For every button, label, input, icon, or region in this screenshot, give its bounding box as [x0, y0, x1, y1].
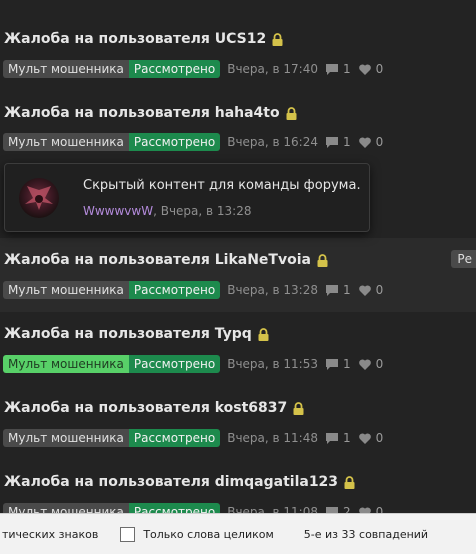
- find-bar: тических знаков Только слова целиком 5-е…: [0, 513, 476, 554]
- lock-icon: [258, 327, 269, 341]
- reply-count: 1: [343, 357, 351, 371]
- status-tag[interactable]: Рассмотрено: [128, 60, 221, 78]
- thread-meta: Мульт мошенника Рассмотрено Вчера, в 11:…: [3, 503, 383, 513]
- thread-meta: Мульт мошенника Рассмотрено Вчера, в 11:…: [3, 429, 383, 447]
- thread-item[interactable]: Жалоба на пользователя kost6837 Мульт мо…: [0, 386, 476, 460]
- prefix-tag[interactable]: Мульт мошенника: [3, 503, 129, 513]
- whole-words-checkbox[interactable]: [120, 526, 136, 542]
- whole-words-label[interactable]: Только слова целиком: [143, 528, 273, 541]
- thread-date[interactable]: Вчера, в 13:28: [227, 283, 318, 297]
- thread-title[interactable]: Жалоба на пользователя UCS12: [4, 31, 283, 47]
- thread-meta: Мульт мошенника Рассмотрено Вчера, в 13:…: [3, 281, 383, 299]
- comment-icon: [326, 284, 338, 296]
- thread-item[interactable]: Жалоба на пользователя dimqagatila123 Му…: [0, 460, 476, 513]
- prefix-tag[interactable]: Мульт мошенника: [3, 60, 129, 78]
- side-badge[interactable]: Ре: [451, 250, 476, 268]
- diacritics-label[interactable]: тических знаков: [2, 528, 98, 541]
- status-tag[interactable]: Рассмотрено: [128, 281, 221, 299]
- lock-icon: [286, 106, 297, 120]
- heart-icon: [358, 358, 371, 370]
- thread-item[interactable]: Жалоба на пользователя Typq Мульт мошенн…: [0, 312, 476, 386]
- thread-item[interactable]: Жалоба на пользователя LikaNeTvoia Мульт…: [0, 238, 476, 312]
- prefix-tag[interactable]: Мульт мошенника: [3, 281, 129, 299]
- thread-date[interactable]: Вчера, в 11:08: [227, 505, 318, 513]
- heart-icon: [358, 432, 371, 444]
- thread-title[interactable]: Жалоба на пользователя Typq: [4, 326, 269, 342]
- hidden-content-text: Скрытый контент для команды форума.: [83, 178, 361, 193]
- thread-title[interactable]: Жалоба на пользователя LikaNeTvoia: [4, 252, 328, 268]
- thread-title[interactable]: Жалоба на пользователя kost6837: [4, 400, 304, 416]
- reply-count: 1: [343, 62, 351, 76]
- thread-item[interactable]: Жалоба на пользователя haha4to Мульт мош…: [0, 87, 476, 162]
- thread-meta: Мульт мошенника Рассмотрено Вчера, в 17:…: [3, 60, 383, 78]
- thread-date[interactable]: Вчера, в 11:53: [227, 357, 318, 371]
- reply-count: 1: [343, 283, 351, 297]
- comment-icon: [326, 432, 338, 444]
- lock-icon: [293, 401, 304, 415]
- like-count: 0: [375, 357, 384, 371]
- reply-count: 1: [343, 431, 351, 445]
- status-tag[interactable]: Рассмотрено: [128, 133, 221, 151]
- comment-icon: [326, 358, 338, 370]
- like-count: 0: [375, 62, 384, 76]
- heart-icon: [358, 284, 371, 296]
- like-count: 0: [375, 431, 384, 445]
- heart-icon: [358, 136, 371, 148]
- prefix-tag[interactable]: Мульт мошенника: [3, 133, 129, 151]
- thread-item[interactable]: Жалоба на пользователя UCS12 Мульт мошен…: [0, 0, 476, 87]
- lock-icon: [272, 32, 283, 46]
- lock-icon: [317, 253, 328, 267]
- reply-count: 1: [343, 135, 351, 149]
- thread-meta: Мульт мошенника Рассмотрено Вчера, в 16:…: [3, 133, 383, 151]
- avatar[interactable]: [19, 178, 59, 218]
- like-count: 0: [375, 505, 384, 513]
- thread-date[interactable]: Вчера, в 11:48: [227, 431, 318, 445]
- username-link[interactable]: WwwwvwW: [83, 204, 153, 218]
- status-tag[interactable]: Рассмотрено: [128, 355, 221, 373]
- thread-date[interactable]: Вчера, в 17:40: [227, 62, 318, 76]
- comment-icon: [326, 136, 338, 148]
- like-count: 0: [375, 283, 384, 297]
- comment-icon: [326, 63, 338, 75]
- thread-title[interactable]: Жалоба на пользователя haha4to: [4, 105, 297, 121]
- thread-date[interactable]: Вчера, в 16:24: [227, 135, 318, 149]
- lock-icon: [344, 475, 355, 489]
- prefix-tag-search-match[interactable]: Мульт мошенника: [3, 355, 129, 373]
- popup-meta: WwwwvwW, Вчера, в 13:28: [83, 204, 252, 218]
- thread-title[interactable]: Жалоба на пользователя dimqagatila123: [4, 474, 355, 490]
- match-count: 5-е из 33 совпадений: [303, 527, 429, 541]
- status-tag[interactable]: Рассмотрено: [128, 429, 221, 447]
- status-tag[interactable]: Рассмотрено: [128, 503, 221, 513]
- like-count: 0: [375, 135, 384, 149]
- thread-meta: Мульт мошенника Рассмотрено Вчера, в 11:…: [3, 355, 383, 373]
- prefix-tag[interactable]: Мульт мошенника: [3, 429, 129, 447]
- last-post-tooltip: Скрытый контент для команды форума. Wwww…: [4, 163, 370, 232]
- reply-count: 2: [343, 505, 351, 513]
- popup-date[interactable]: , Вчера, в 13:28: [153, 204, 251, 218]
- heart-icon: [358, 63, 371, 75]
